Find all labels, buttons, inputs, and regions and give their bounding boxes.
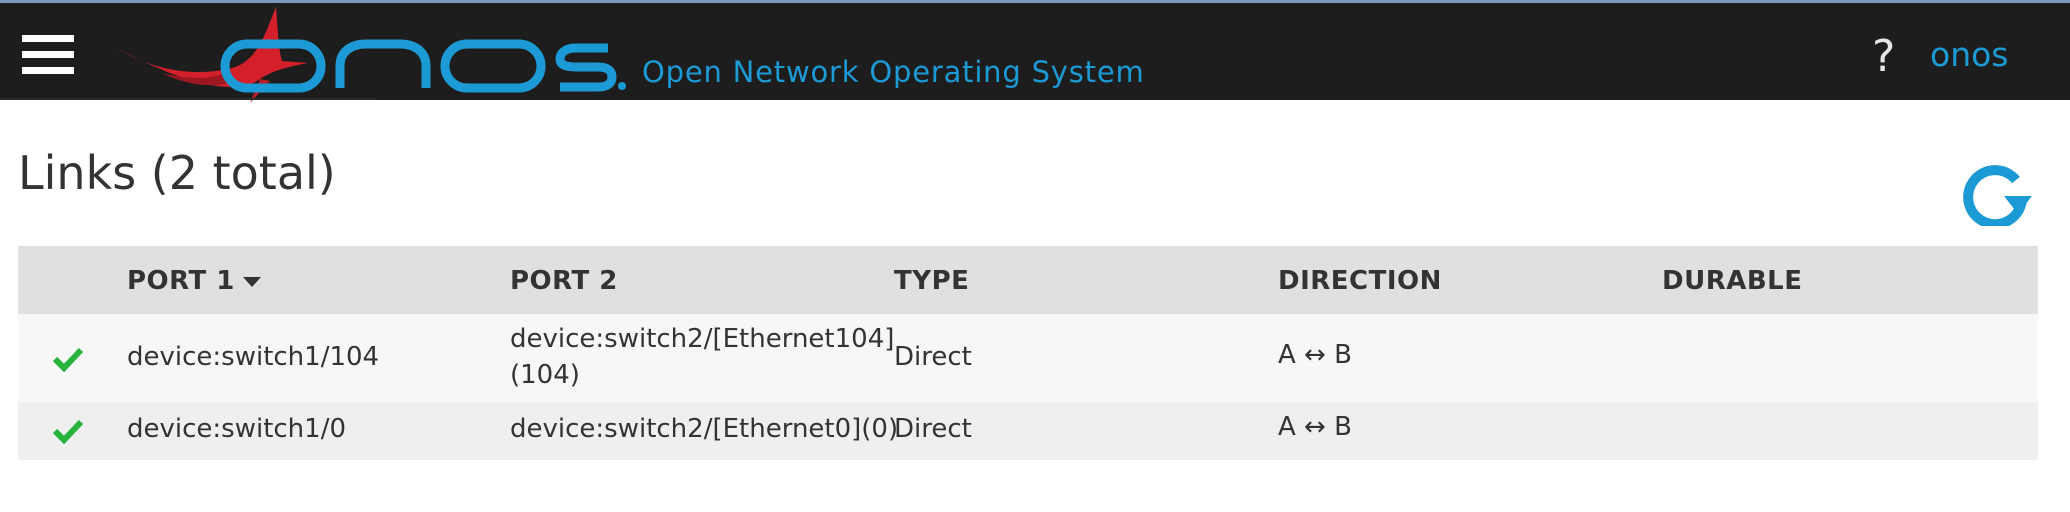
refresh-icon[interactable] (1958, 156, 2032, 226)
cell-port2-continued: (104) (510, 360, 580, 390)
column-header-type[interactable]: TYPE (894, 266, 969, 296)
cell-port2: device:switch2/[Ethernet0](0) (510, 414, 899, 444)
cell-type: Direct (894, 414, 972, 444)
onos-logo (114, 7, 626, 103)
cell-port2: device:switch2/[Ethernet104] (510, 324, 895, 354)
cell-direction: A ↔ B (1278, 340, 1352, 370)
cell-type: Direct (894, 342, 972, 372)
table-row[interactable]: device:switch1/104 device:switch2/[Ether… (18, 314, 2038, 402)
page-title: Links (2 total) (18, 146, 336, 200)
hamburger-menu-icon[interactable] (22, 35, 74, 79)
help-button[interactable]: ? (1872, 31, 1895, 82)
check-icon (52, 419, 84, 444)
logo-subtitle: Open Network Operating System (642, 55, 1145, 89)
cell-direction: A ↔ B (1278, 412, 1352, 442)
table-row[interactable]: device:switch1/0 device:switch2/[Etherne… (18, 402, 2038, 460)
column-header-durable[interactable]: DURABLE (1662, 266, 1802, 296)
cell-port1: device:switch1/104 (127, 342, 380, 372)
column-header-direction[interactable]: DIRECTION (1278, 266, 1442, 296)
header-divider (0, 98, 377, 100)
column-header-port1[interactable]: PORT 1 (127, 266, 261, 296)
links-table: PORT 1 PORT 2 TYPE DIRECTION DURABLE dev… (18, 246, 2038, 460)
masthead: Open Network Operating System ? onos (0, 0, 2070, 103)
sort-descending-icon (242, 276, 261, 287)
column-header-port2[interactable]: PORT 2 (510, 266, 618, 296)
cell-port1: device:switch1/0 (127, 414, 347, 444)
user-menu[interactable]: onos (1930, 35, 2009, 74)
table-header: PORT 1 PORT 2 TYPE DIRECTION DURABLE (18, 246, 2038, 314)
check-icon (52, 347, 84, 372)
